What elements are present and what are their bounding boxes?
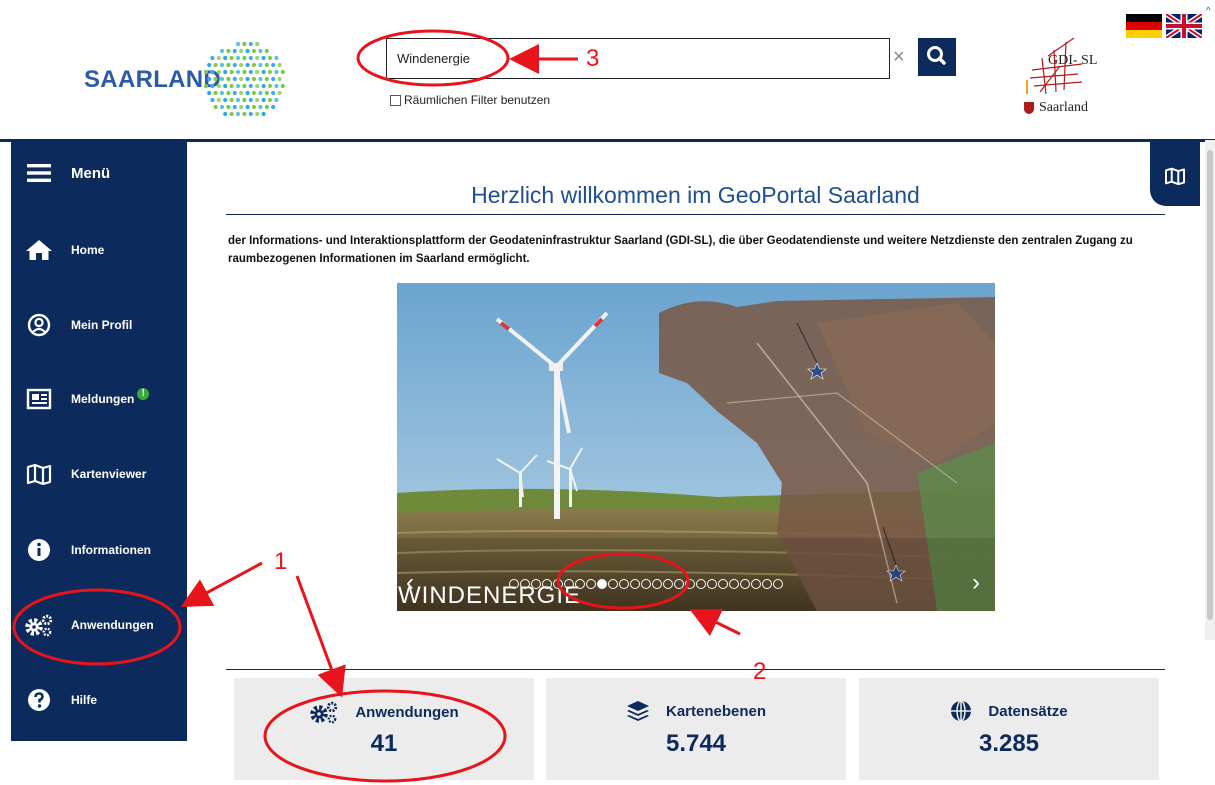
carousel-indicators bbox=[509, 579, 783, 589]
annotation-arrow-2 bbox=[689, 609, 741, 637]
checkbox-box[interactable] bbox=[390, 94, 401, 106]
sidebar-item-label: Home bbox=[71, 243, 105, 257]
image-carousel[interactable] bbox=[397, 283, 995, 611]
scrollbar-thumb[interactable] bbox=[1207, 150, 1213, 620]
gears-icon bbox=[310, 701, 338, 724]
stat-value: 5.744 bbox=[665, 730, 727, 757]
carousel-dot[interactable] bbox=[586, 579, 596, 589]
stats-divider bbox=[226, 669, 1165, 670]
annotation-label-3: 3 bbox=[586, 45, 600, 72]
stat-label: Kartenebenen bbox=[665, 702, 767, 720]
page-title: Herzlich willkommen im GeoPortal Saarlan… bbox=[471, 182, 920, 208]
carousel-dot[interactable] bbox=[674, 579, 684, 589]
sidebar-item-hilfe[interactable]: Hilfe bbox=[11, 688, 187, 712]
carousel-dot[interactable] bbox=[564, 579, 574, 589]
sidebar-item-anwendungen[interactable]: Anwendungen bbox=[11, 613, 187, 637]
carousel-dot[interactable] bbox=[630, 579, 640, 589]
german-flag-icon[interactable] bbox=[1126, 14, 1162, 38]
gdi-sl-logo[interactable]: GDI- SL Saarland bbox=[1012, 28, 1127, 128]
carousel-dot[interactable] bbox=[762, 579, 772, 589]
menu-label: Menü bbox=[71, 164, 111, 182]
sidebar-item-kartenviewer[interactable]: Kartenviewer bbox=[11, 463, 187, 485]
carousel-dot[interactable] bbox=[751, 579, 761, 589]
sidebar-item-label: Anwendungen bbox=[71, 618, 154, 632]
carousel-dot[interactable] bbox=[509, 579, 519, 589]
carousel-dot[interactable] bbox=[696, 579, 706, 589]
carousel-dot[interactable] bbox=[520, 579, 530, 589]
sidebar-item-meldungen[interactable]: Meldungen ! bbox=[11, 388, 187, 410]
carousel-dot[interactable] bbox=[553, 579, 563, 589]
carousel-dot[interactable] bbox=[652, 579, 662, 589]
annotation-arrow-1b bbox=[295, 575, 346, 698]
spatial-filter-label: Räumlichen Filter benutzen bbox=[404, 93, 551, 107]
carousel-dot[interactable] bbox=[575, 579, 585, 589]
title-divider bbox=[226, 214, 1165, 215]
intro-text: der Informations- und Interaktionsplattf… bbox=[228, 235, 1133, 265]
carousel-next-button[interactable]: › bbox=[972, 569, 980, 597]
carousel-dot[interactable] bbox=[542, 579, 552, 589]
search-icon bbox=[927, 46, 946, 65]
carousel-dot[interactable] bbox=[608, 579, 618, 589]
stat-card-datensaetze[interactable]: Datensätze 3.285 bbox=[859, 678, 1159, 780]
carousel-dot[interactable] bbox=[641, 579, 651, 589]
gdi-title: GDI- SL bbox=[1048, 53, 1098, 68]
annotation-label-2: 2 bbox=[753, 658, 767, 685]
info-icon bbox=[21, 538, 57, 562]
sidebar-item-label: Meldungen bbox=[71, 392, 135, 406]
carousel-dot[interactable] bbox=[740, 579, 750, 589]
home-icon bbox=[21, 238, 57, 262]
carousel-dot[interactable] bbox=[707, 579, 717, 589]
spatial-filter-checkbox[interactable]: Räumlichen Filter benutzen bbox=[390, 93, 550, 107]
sidebar-item-label: Mein Profil bbox=[71, 318, 133, 332]
sidebar-item-profile[interactable]: Mein Profil bbox=[11, 313, 187, 337]
carousel-dot[interactable] bbox=[773, 579, 783, 589]
scroll-up-icon[interactable]: ^ bbox=[1206, 6, 1211, 17]
sidebar: Menü Home Mein Profil Meldungen ! Karten… bbox=[11, 141, 187, 741]
carousel-dot[interactable] bbox=[663, 579, 673, 589]
newspaper-icon bbox=[21, 388, 57, 410]
gdi-subtitle: Saarland bbox=[1039, 100, 1088, 115]
sidebar-item-label: Hilfe bbox=[71, 693, 98, 707]
hamburger-icon bbox=[21, 163, 57, 183]
sidebar-item-label: Informationen bbox=[71, 543, 151, 557]
search-button[interactable] bbox=[918, 38, 956, 76]
carousel-dot[interactable] bbox=[619, 579, 629, 589]
clear-search-button[interactable]: × bbox=[893, 46, 905, 69]
stat-label: Datensätze bbox=[988, 702, 1068, 720]
wind-energy-slide-image bbox=[397, 283, 995, 611]
map-icon bbox=[1165, 167, 1185, 185]
user-circle-icon bbox=[21, 313, 57, 337]
map-icon bbox=[21, 463, 57, 485]
stat-card-anwendungen[interactable]: Anwendungen 41 bbox=[234, 678, 534, 780]
stat-card-kartenebenen[interactable]: Kartenebenen 5.744 bbox=[546, 678, 846, 780]
saarland-crest-icon bbox=[1024, 102, 1034, 114]
help-icon bbox=[21, 688, 57, 712]
carousel-dot[interactable] bbox=[685, 579, 695, 589]
sidebar-item-label: Kartenviewer bbox=[71, 467, 147, 481]
annotation-label-1: 1 bbox=[274, 548, 288, 575]
annotation-arrow-1a bbox=[180, 561, 263, 607]
saarland-logo-dots-icon bbox=[203, 41, 285, 117]
carousel-dot[interactable] bbox=[718, 579, 728, 589]
uk-flag-icon[interactable] bbox=[1166, 14, 1202, 38]
search-input[interactable] bbox=[395, 39, 879, 78]
stat-value: 41 bbox=[370, 730, 398, 757]
carousel-dot[interactable] bbox=[729, 579, 739, 589]
globe-icon bbox=[951, 700, 972, 722]
notification-badge: ! bbox=[137, 388, 150, 400]
gears-icon bbox=[21, 613, 57, 637]
sidebar-item-home[interactable]: Home bbox=[11, 238, 187, 262]
stat-label: Anwendungen bbox=[355, 703, 459, 721]
search-box bbox=[386, 38, 890, 79]
carousel-dot[interactable] bbox=[531, 579, 541, 589]
menu-toggle[interactable]: Menü bbox=[11, 163, 187, 183]
layers-icon bbox=[626, 701, 649, 721]
carousel-dot-active[interactable] bbox=[597, 579, 607, 589]
sidebar-item-informationen[interactable]: Informationen bbox=[11, 538, 187, 562]
stat-value: 3.285 bbox=[978, 730, 1040, 757]
